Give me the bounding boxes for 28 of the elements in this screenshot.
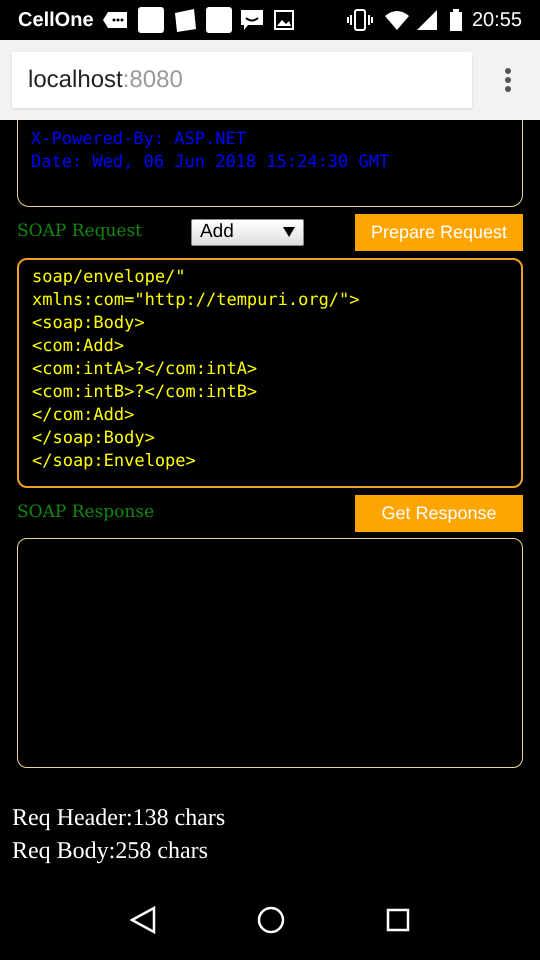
back-icon[interactable] <box>130 906 156 934</box>
vibrate-icon <box>346 9 374 31</box>
code-text: X-Powered-By: ASP.NET Date: Wed, 06 Jun 2018 15:24:30 GMT <box>31 128 390 174</box>
home-icon[interactable] <box>256 906 285 934</box>
operation-select[interactable]: Add <box>191 218 304 246</box>
image-icon <box>274 10 294 30</box>
char-count-text: Req Header:138 chars <box>12 804 226 833</box>
dropdown-arrow-icon <box>283 227 295 237</box>
app-icon <box>206 7 232 33</box>
carrier-name: CellOne <box>18 8 94 33</box>
section-label: SOAP Response <box>17 501 154 524</box>
request-field[interactable]: soap/envelope/" xmlns:com="http://tempuri.org/"> <soap:Body> <com:Add> <com:intA>?</com:intA> <com:intB>?</com:intB> </com:Add> </soap:Body> </soap:Envelope> <box>17 258 523 488</box>
clock-time: 20:55 <box>472 8 522 33</box>
char-count-text: Req Body:258 chars <box>12 837 209 866</box>
code-text: soap/envelope/" xmlns:com="http://tempuri.org/"> <soap:Body> <com:Add> <com:intA>?</com:intA> <com:intB>?</com:intB> </com:Add> </soap:Body> </soap:Envelope> <box>32 266 361 473</box>
message-icon <box>102 11 128 29</box>
url-field[interactable]: localhost:8080 <box>12 52 472 108</box>
response-field[interactable] <box>17 538 523 768</box>
chat-icon <box>240 8 264 32</box>
url-port: :8080 <box>122 65 183 95</box>
section-label: SOAP Request <box>17 220 144 244</box>
signal-icon <box>416 9 438 31</box>
recents-icon[interactable] <box>386 908 410 932</box>
app-icon <box>138 7 164 33</box>
wifi-icon <box>384 10 410 30</box>
url-host: localhost <box>28 65 123 95</box>
menu-icon[interactable] <box>504 67 512 93</box>
battery-icon <box>450 9 462 31</box>
